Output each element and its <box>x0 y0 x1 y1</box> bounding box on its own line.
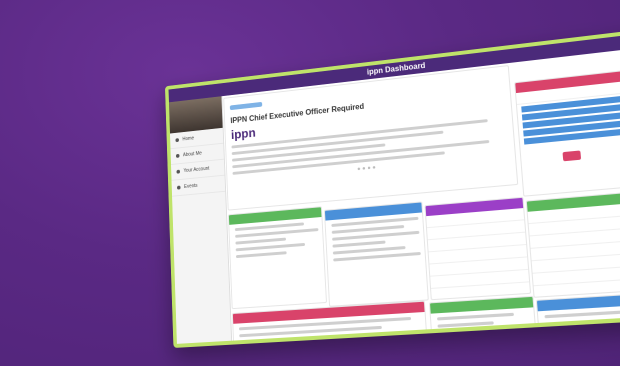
sidebar-item-label: Your Account <box>183 166 209 174</box>
green-card-header <box>229 207 322 225</box>
text-line <box>236 243 305 251</box>
text-line <box>438 321 494 327</box>
pink-panel <box>514 67 620 196</box>
green-card-2 <box>526 189 620 298</box>
green-card-1 <box>228 206 327 309</box>
text-line <box>236 251 287 258</box>
text-line <box>437 313 514 321</box>
user-icon <box>176 154 180 158</box>
main-content: IPPN Chief Executive Officer Required ip… <box>223 49 620 339</box>
purple-card <box>424 197 531 301</box>
calendar-icon <box>177 186 181 190</box>
sidebar-item-label: About Me <box>183 151 202 159</box>
sidebar: Home About Me Your Account Events <box>169 96 232 344</box>
blue-card-1 <box>324 201 429 306</box>
text-line <box>332 241 385 248</box>
app-title: ippn Dashboard <box>367 61 426 76</box>
sidebar-item-label: Events <box>184 183 198 190</box>
text-line <box>235 238 286 245</box>
green-card-header <box>430 297 533 314</box>
account-icon <box>176 170 180 174</box>
tag-badge <box>230 102 262 110</box>
view-all-button[interactable] <box>562 136 620 163</box>
home-icon <box>175 138 179 142</box>
sidebar-item-label: Home <box>182 136 194 143</box>
